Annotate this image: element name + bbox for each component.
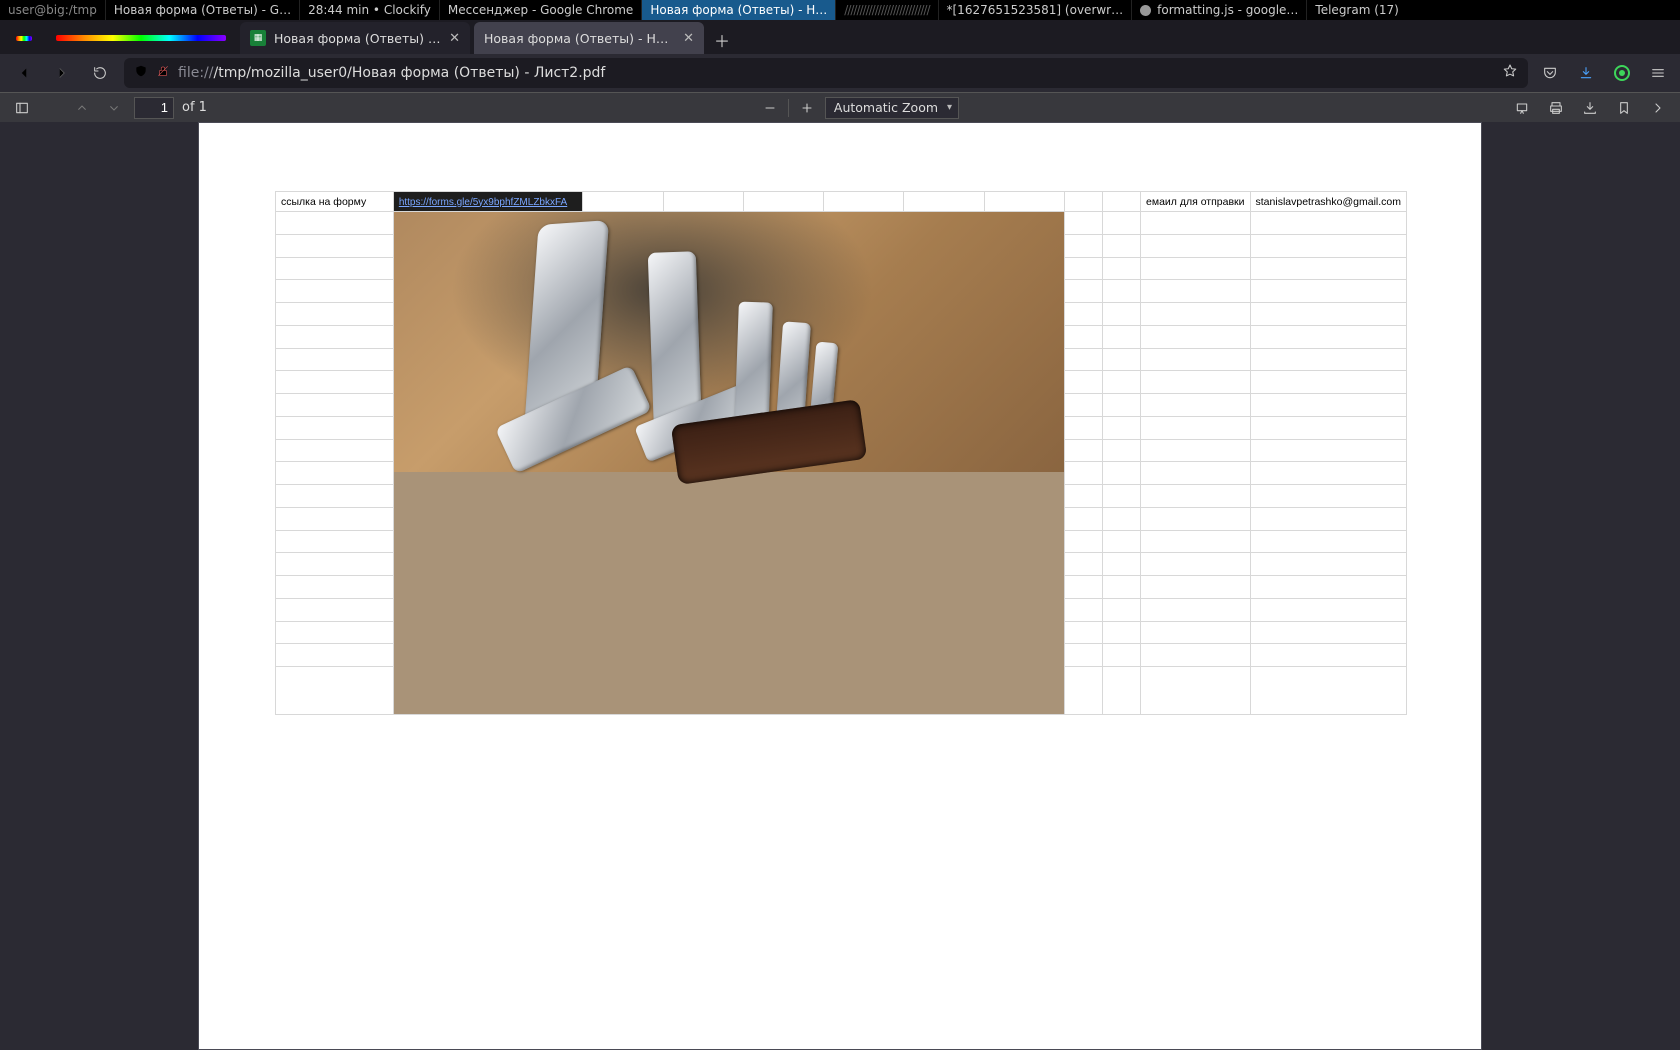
embedded-photo bbox=[394, 212, 1064, 714]
bookmark-icon[interactable] bbox=[1612, 96, 1636, 120]
tab-title: Новая форма (Ответы) - G… bbox=[274, 31, 441, 46]
taskbar-item[interactable]: 28:44 min • Clockify bbox=[300, 0, 440, 20]
pdf-toolbar: of 1 Automatic Zoom bbox=[0, 92, 1680, 122]
cell-form-url: https://forms.gle/5yx9bphfZMLZbkxFA bbox=[393, 192, 582, 212]
url-text: file://file:///tmp/mozilla_user0/Новая ф… bbox=[178, 65, 1494, 81]
pinned-favicon bbox=[16, 36, 32, 41]
url-input[interactable]: file://file:///tmp/mozilla_user0/Новая ф… bbox=[124, 58, 1528, 88]
download-icon[interactable] bbox=[1578, 96, 1602, 120]
taskbar-item-active[interactable]: Новая форма (Ответы) - Н… bbox=[642, 0, 836, 20]
taskbar-item[interactable]: formatting.js - google… bbox=[1132, 0, 1307, 20]
extension-icon[interactable] bbox=[1610, 61, 1634, 85]
taskbar-item[interactable]: Мессенджер - Google Chrome bbox=[440, 0, 642, 20]
taskbar-item[interactable]: Telegram (17) bbox=[1307, 0, 1406, 20]
close-icon[interactable]: ✕ bbox=[449, 31, 460, 46]
zoom-out-icon[interactable] bbox=[758, 96, 782, 120]
page-count-label: of 1 bbox=[182, 100, 207, 115]
app-menu-icon[interactable] bbox=[1646, 61, 1670, 85]
terminal-prompt: user@big:/tmp bbox=[0, 0, 105, 20]
pinned-tab[interactable] bbox=[46, 22, 236, 54]
close-icon[interactable]: ✕ bbox=[683, 31, 694, 46]
browser-tab[interactable]: ▦ Новая форма (Ответы) - G… ✕ bbox=[240, 22, 470, 54]
new-tab-button[interactable]: ＋ bbox=[708, 26, 736, 54]
shield-icon bbox=[134, 64, 148, 82]
zoom-in-icon[interactable] bbox=[795, 96, 819, 120]
print-icon[interactable] bbox=[1544, 96, 1568, 120]
forward-button bbox=[48, 59, 76, 87]
browser-tab-strip: ▦ Новая форма (Ответы) - G… ✕ Новая форм… bbox=[0, 20, 1680, 54]
prev-page-icon bbox=[70, 96, 94, 120]
form-link[interactable]: https://forms.gle/5yx9bphfZMLZbkxFA bbox=[399, 197, 567, 208]
next-page-icon bbox=[102, 96, 126, 120]
zoom-select[interactable]: Automatic Zoom bbox=[825, 97, 959, 119]
downloads-icon[interactable] bbox=[1574, 61, 1598, 85]
pocket-icon[interactable] bbox=[1538, 61, 1562, 85]
back-button[interactable] bbox=[10, 59, 38, 87]
cell-email-label: емаил для отправки bbox=[1141, 192, 1250, 212]
google-sheets-icon: ▦ bbox=[250, 30, 266, 46]
taskbar-item[interactable]: *[1627651523581] (overwr… bbox=[939, 0, 1133, 20]
reload-button[interactable] bbox=[86, 59, 114, 87]
pinned-favicon bbox=[56, 35, 226, 41]
sidebar-toggle-icon[interactable] bbox=[10, 96, 34, 120]
cell-email-value: stanislavpetrashko@gmail.com bbox=[1250, 192, 1406, 212]
tools-chevron-icon[interactable] bbox=[1646, 96, 1670, 120]
taskbar-item[interactable]: Новая форма (Ответы) - G… bbox=[105, 0, 300, 20]
os-taskbar: user@big:/tmp Новая форма (Ответы) - G… … bbox=[0, 0, 1680, 20]
cell-link-label: ссылка на форму bbox=[276, 192, 394, 212]
pdf-viewport[interactable]: ссылка на форму https://forms.gle/5yx9bp… bbox=[0, 122, 1680, 1050]
presentation-icon[interactable] bbox=[1510, 96, 1534, 120]
insecure-lock-icon bbox=[156, 64, 170, 82]
page-number-input[interactable] bbox=[134, 97, 174, 119]
redacted-text: //////////////////////////// bbox=[844, 0, 929, 20]
address-bar: file://file:///tmp/mozilla_user0/Новая ф… bbox=[0, 54, 1680, 92]
bookmark-star-icon[interactable] bbox=[1502, 63, 1518, 83]
pinned-tab[interactable] bbox=[6, 22, 42, 54]
browser-tab-active[interactable]: Новая форма (Ответы) - Нова… ✕ bbox=[474, 22, 704, 54]
spreadsheet-table: ссылка на форму https://forms.gle/5yx9bp… bbox=[275, 191, 1407, 715]
pdf-page: ссылка на форму https://forms.gle/5yx9bp… bbox=[198, 122, 1482, 1050]
tab-title: Новая форма (Ответы) - Нова… bbox=[484, 31, 675, 46]
taskbar-item[interactable]: //////////////////////////// bbox=[836, 0, 938, 20]
app-dot-icon bbox=[1140, 5, 1151, 16]
